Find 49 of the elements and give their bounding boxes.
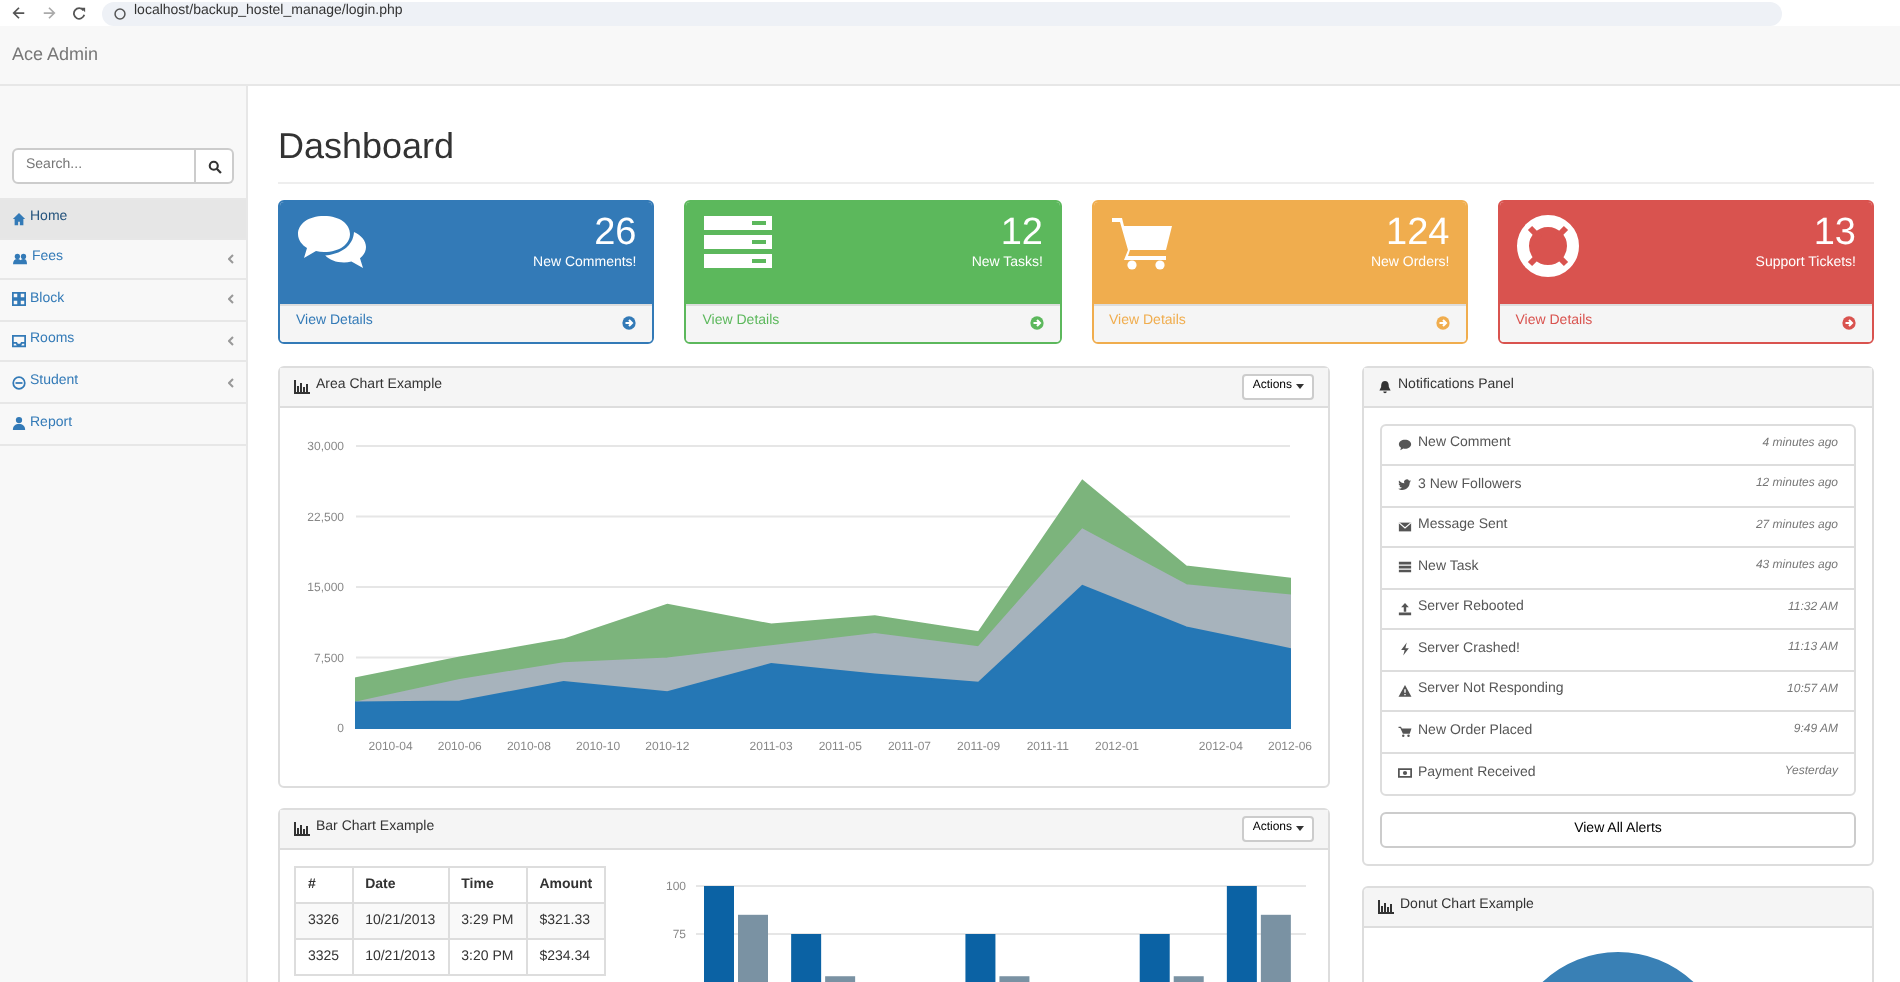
page-title: Dashboard: [278, 126, 1874, 184]
bell-icon: [1378, 379, 1392, 394]
users-icon: [12, 251, 28, 266]
bar: [704, 885, 735, 982]
bar: [1227, 885, 1258, 982]
comments-icon: [296, 213, 368, 270]
life-ring-icon: [1515, 213, 1580, 278]
brand-title[interactable]: Ace Admin: [12, 41, 99, 69]
user-icon: [12, 416, 26, 431]
caret-icon: [1296, 825, 1304, 832]
bar: [1140, 933, 1171, 982]
bar: [738, 914, 769, 982]
bird-icon: [1398, 478, 1412, 493]
stat-count: 13: [1811, 213, 1856, 255]
bolt-icon: [1398, 642, 1412, 657]
bar: [1261, 914, 1292, 982]
grid-icon: [12, 292, 26, 307]
home-icon: [12, 211, 26, 226]
bar: [1174, 975, 1205, 982]
stat-count: 124: [1384, 213, 1450, 255]
search-button[interactable]: [196, 148, 234, 184]
comment-icon: [1398, 437, 1412, 452]
server-icon: [702, 213, 775, 270]
stat-count: 26: [592, 213, 637, 255]
envelope-icon: [1398, 519, 1412, 534]
bar: [965, 933, 996, 982]
chart-icon: [1378, 900, 1394, 915]
forward-icon[interactable]: [42, 6, 56, 20]
bar: [791, 933, 822, 982]
caret-icon: [1296, 383, 1304, 390]
tray-icon: [12, 334, 26, 349]
arrow-circle-icon[interactable]: [1029, 316, 1043, 331]
circle-icon: [12, 375, 26, 390]
upload-icon: [1398, 601, 1412, 616]
list-icon: [1398, 560, 1412, 575]
chart-icon: [294, 821, 310, 836]
cart-icon: [1109, 213, 1173, 270]
bar: [999, 975, 1030, 982]
bar: [825, 975, 856, 982]
money-icon: [1398, 766, 1412, 781]
back-icon[interactable]: [12, 6, 26, 20]
chart-icon: [294, 379, 310, 394]
stat-count: 12: [998, 213, 1043, 255]
cart-icon: [1398, 724, 1412, 739]
arrow-circle-icon[interactable]: [1842, 316, 1856, 331]
search-icon: [207, 159, 221, 173]
reload-icon[interactable]: [72, 6, 86, 20]
arrow-circle-icon[interactable]: [622, 316, 637, 331]
warning-icon: [1398, 683, 1412, 698]
